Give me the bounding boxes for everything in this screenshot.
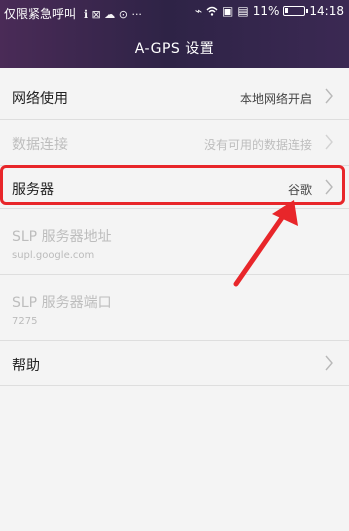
page-title: A-GPS 设置 — [134, 41, 215, 57]
status-right: ⌁ ▣ ▤ 11% 14:18 — [195, 4, 344, 18]
screenshot-icon: ▤ — [237, 4, 249, 18]
row-value: 本地网络开启 — [239, 92, 312, 106]
notification-icons: ℹ ⊠ ☁ ⊙ ··· — [83, 8, 142, 21]
battery-text: 11% — [252, 4, 280, 18]
clock: 14:18 — [309, 4, 344, 18]
battery-icon — [283, 6, 309, 16]
carrier-text: 仅限紧急呼叫 — [4, 7, 77, 21]
chevron-right-icon — [325, 134, 333, 150]
row-label: 网络使用 — [12, 91, 68, 107]
status-bar: 仅限紧急呼叫 ℹ ⊠ ☁ ⊙ ··· ⌁ ▣ ▤ 11% 14:18 — [0, 0, 349, 26]
row-help[interactable]: 帮助 — [0, 341, 349, 386]
row-value: 没有可用的数据连接 — [203, 138, 312, 152]
status-left: 仅限紧急呼叫 ℹ ⊠ ☁ ⊙ ··· — [4, 5, 142, 22]
app-header: 仅限紧急呼叫 ℹ ⊠ ☁ ⊙ ··· ⌁ ▣ ▤ 11% 14:18 A-GPS… — [0, 0, 349, 68]
wifi-icon — [206, 6, 218, 16]
row-subtitle: supl.google.com — [12, 250, 95, 261]
vibrate-icon: ⌁ — [194, 4, 203, 18]
row-label: SLP 服务器地址 — [12, 229, 112, 245]
row-label: 帮助 — [12, 358, 40, 374]
pointer-arrow-icon — [233, 200, 298, 287]
row-data-connection: 数据连接 没有可用的数据连接 — [0, 120, 349, 166]
row-label: 数据连接 — [12, 137, 68, 153]
row-subtitle: 7275 — [12, 316, 38, 327]
row-label: SLP 服务器端口 — [12, 295, 112, 311]
chevron-right-icon — [325, 355, 333, 371]
sim-icon: ▣ — [222, 4, 234, 18]
row-network-usage[interactable]: 网络使用 本地网络开启 — [0, 70, 349, 120]
settings-list: 网络使用 本地网络开启 数据连接 没有可用的数据连接 服务器 谷歌 SLP 服务… — [0, 68, 349, 531]
chevron-right-icon — [325, 88, 333, 104]
